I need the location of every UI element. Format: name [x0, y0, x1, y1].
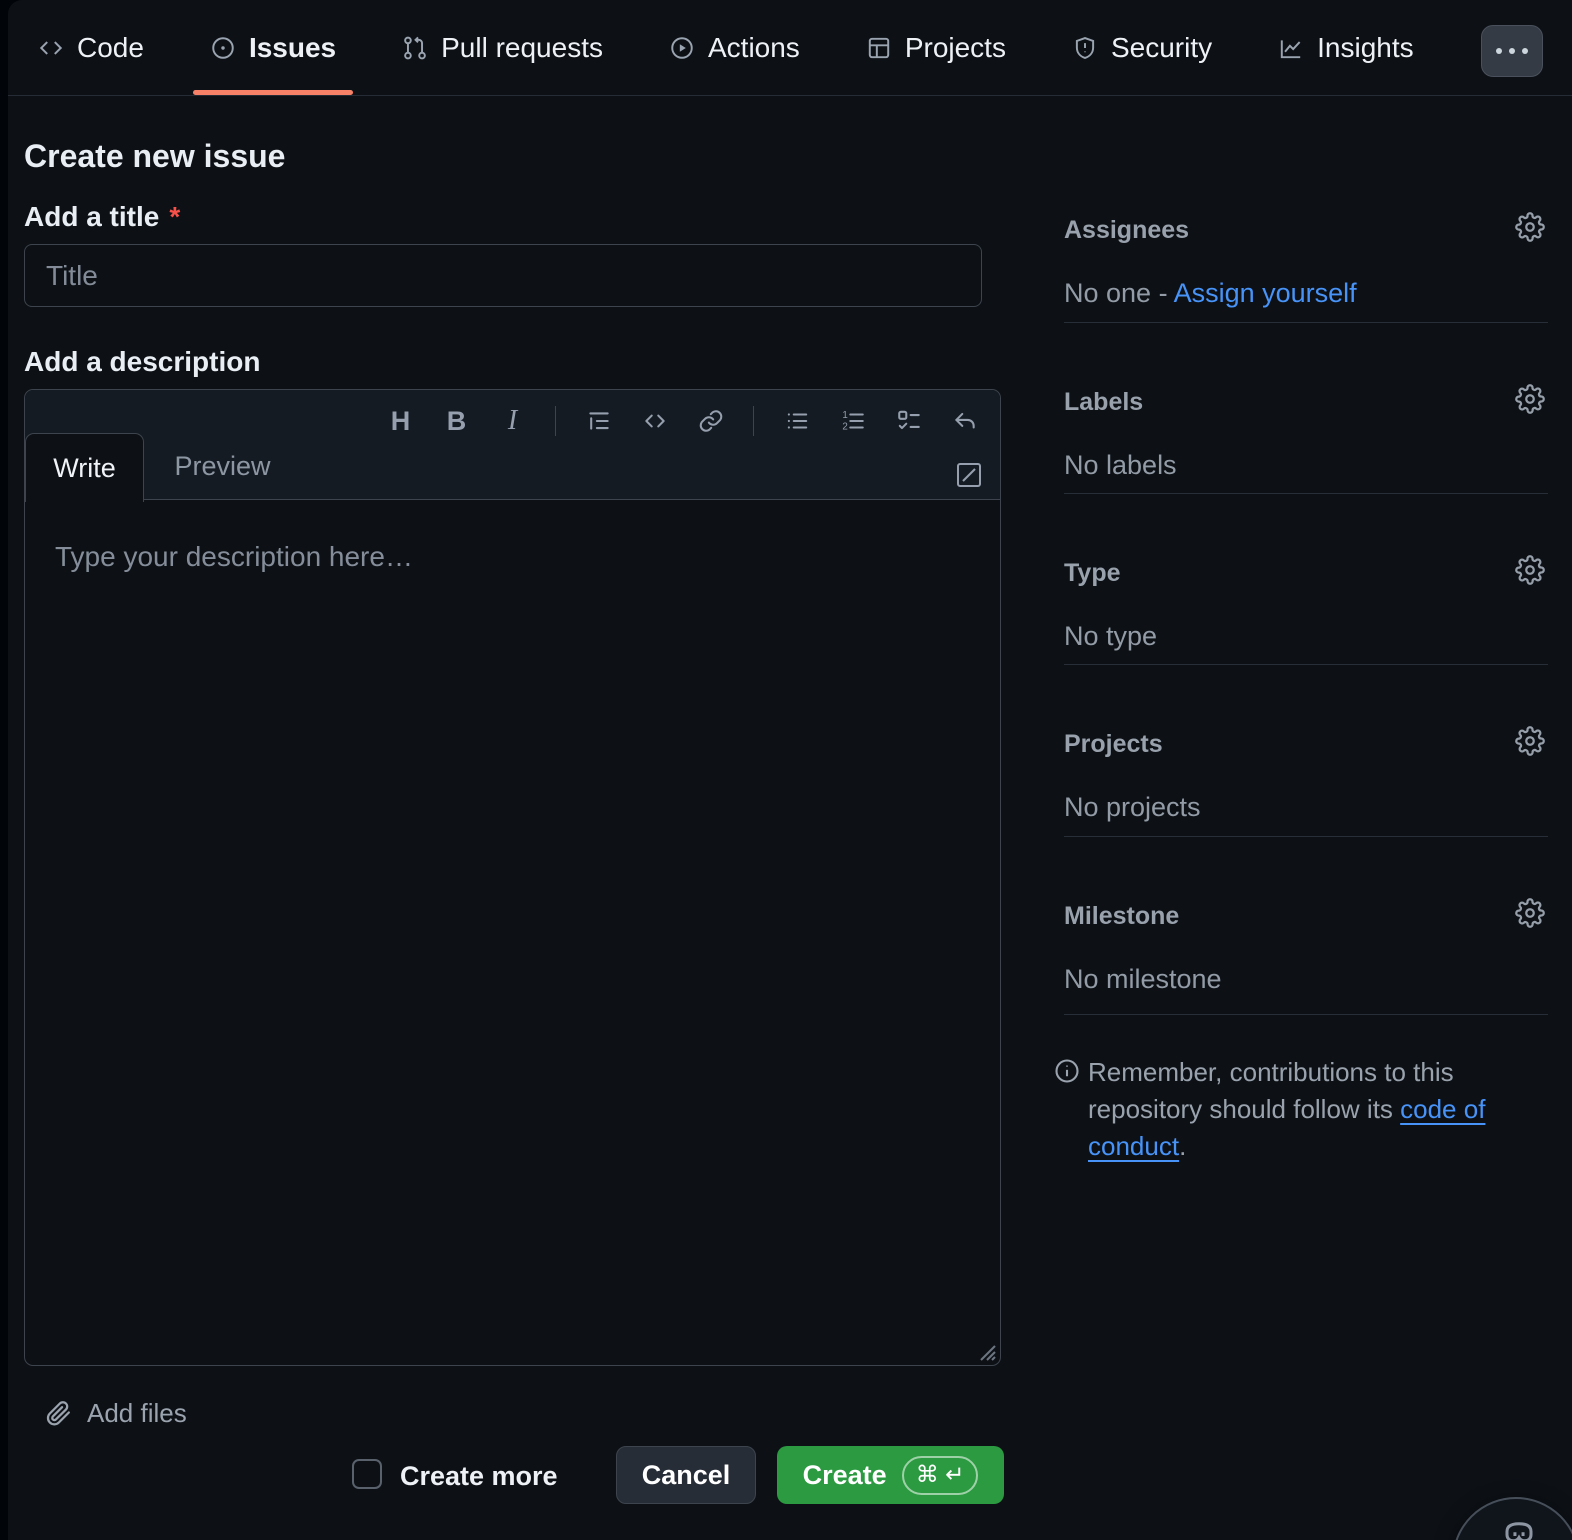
assignees-gear-icon[interactable]: [1515, 212, 1545, 242]
tab-label: Issues: [249, 32, 336, 64]
milestone-value: No milestone: [1064, 964, 1548, 995]
sidebar-divider: [1064, 664, 1548, 665]
bold-icon[interactable]: B: [443, 406, 470, 436]
tab-label: Pull requests: [441, 32, 603, 64]
paperclip-icon: [45, 1400, 72, 1427]
tab-label: Projects: [905, 32, 1006, 64]
tab-insights[interactable]: Insights: [1278, 0, 1414, 95]
projects-value: No projects: [1064, 792, 1548, 823]
sidebar-divider: [1064, 1014, 1548, 1015]
projects-title: Projects: [1064, 730, 1163, 758]
editor-header: H B I 12: [25, 390, 1000, 500]
cancel-button[interactable]: Cancel: [616, 1446, 756, 1504]
tab-label: Code: [77, 32, 144, 64]
tab-write[interactable]: Write: [25, 433, 144, 502]
add-files-label: Add files: [87, 1398, 187, 1429]
tab-preview[interactable]: Preview: [144, 433, 301, 499]
tab-pull-requests[interactable]: Pull requests: [402, 0, 603, 95]
toolbar-divider: [555, 406, 556, 436]
saved-replies-icon[interactable]: [951, 406, 978, 436]
type-gear-icon[interactable]: [1515, 555, 1545, 585]
create-button[interactable]: Create ⌘ ↵: [777, 1446, 1004, 1504]
assign-yourself-link[interactable]: Assign yourself: [1174, 278, 1357, 308]
quote-icon[interactable]: [585, 406, 612, 436]
create-button-label: Create: [803, 1460, 887, 1491]
table-icon: [866, 35, 892, 61]
title-label: Add a title*: [24, 201, 180, 233]
toolbar-divider: [753, 406, 754, 436]
type-section: Type No type: [1064, 559, 1548, 652]
labels-section: Labels No labels: [1064, 388, 1548, 481]
milestone-gear-icon[interactable]: [1515, 898, 1545, 928]
repo-nav: Code Issues Pull requests Actions Projec…: [8, 0, 1572, 96]
projects-gear-icon[interactable]: [1515, 726, 1545, 756]
tab-issues[interactable]: Issues: [210, 0, 336, 95]
unordered-list-icon[interactable]: [783, 406, 810, 436]
labels-value: No labels: [1064, 450, 1548, 481]
assignees-section: Assignees No one - Assign yourself: [1064, 216, 1548, 309]
labels-gear-icon[interactable]: [1515, 384, 1545, 414]
assignees-value: No one -: [1064, 278, 1174, 308]
description-textarea[interactable]: [25, 501, 1000, 1365]
description-label: Add a description: [24, 346, 260, 378]
type-title: Type: [1064, 559, 1121, 587]
tab-label: Actions: [708, 32, 800, 64]
graph-icon: [1278, 35, 1304, 61]
active-tab-underline: [193, 90, 353, 95]
play-circle-icon: [669, 35, 695, 61]
markdown-toolbar: H B I 12: [387, 398, 978, 444]
sidebar-divider: [1064, 836, 1548, 837]
sidebar-divider: [1064, 493, 1548, 494]
milestone-section: Milestone No milestone: [1064, 902, 1548, 995]
ordered-list-icon[interactable]: 12: [839, 406, 866, 436]
nav-overflow-button[interactable]: [1481, 25, 1543, 77]
type-value: No type: [1064, 621, 1548, 652]
shield-icon: [1072, 35, 1098, 61]
labels-title: Labels: [1064, 388, 1143, 416]
italic-icon[interactable]: I: [499, 406, 526, 436]
tab-label: Security: [1111, 32, 1212, 64]
description-editor: H B I 12: [24, 389, 1001, 1366]
svg-text:2: 2: [842, 422, 847, 433]
git-pull-request-icon: [402, 35, 428, 61]
resize-handle[interactable]: [973, 1338, 997, 1362]
tab-code[interactable]: Code: [38, 0, 144, 95]
tab-actions[interactable]: Actions: [669, 0, 800, 95]
add-files-button[interactable]: Add files: [45, 1398, 187, 1429]
keyboard-shortcut-badge: ⌘ ↵: [902, 1456, 979, 1495]
milestone-title: Milestone: [1064, 902, 1179, 930]
sidebar-divider: [1064, 322, 1548, 323]
tab-projects[interactable]: Projects: [866, 0, 1006, 95]
code-of-conduct-note: Remember, contributions to this reposito…: [1088, 1054, 1550, 1165]
create-more-label[interactable]: Create more: [400, 1461, 558, 1492]
heading-icon[interactable]: H: [387, 406, 414, 436]
link-icon[interactable]: [697, 406, 724, 436]
required-asterisk: *: [169, 201, 180, 232]
create-more-checkbox[interactable]: [352, 1459, 382, 1489]
task-list-icon[interactable]: [895, 406, 922, 436]
copilot-icon: [1501, 1515, 1537, 1540]
issue-opened-icon: [210, 35, 236, 61]
title-input[interactable]: [24, 244, 982, 307]
page-title: Create new issue: [24, 138, 285, 175]
code-icon: [38, 35, 64, 61]
tab-label: Insights: [1317, 32, 1414, 64]
svg-text:1: 1: [842, 410, 847, 421]
info-icon: [1053, 1057, 1081, 1085]
projects-section: Projects No projects: [1064, 730, 1548, 823]
assignees-title: Assignees: [1064, 216, 1189, 244]
kebab-horizontal-icon: [1496, 48, 1502, 54]
code-icon[interactable]: [641, 406, 668, 436]
tab-security[interactable]: Security: [1072, 0, 1212, 95]
expand-editor-icon[interactable]: [952, 458, 986, 492]
